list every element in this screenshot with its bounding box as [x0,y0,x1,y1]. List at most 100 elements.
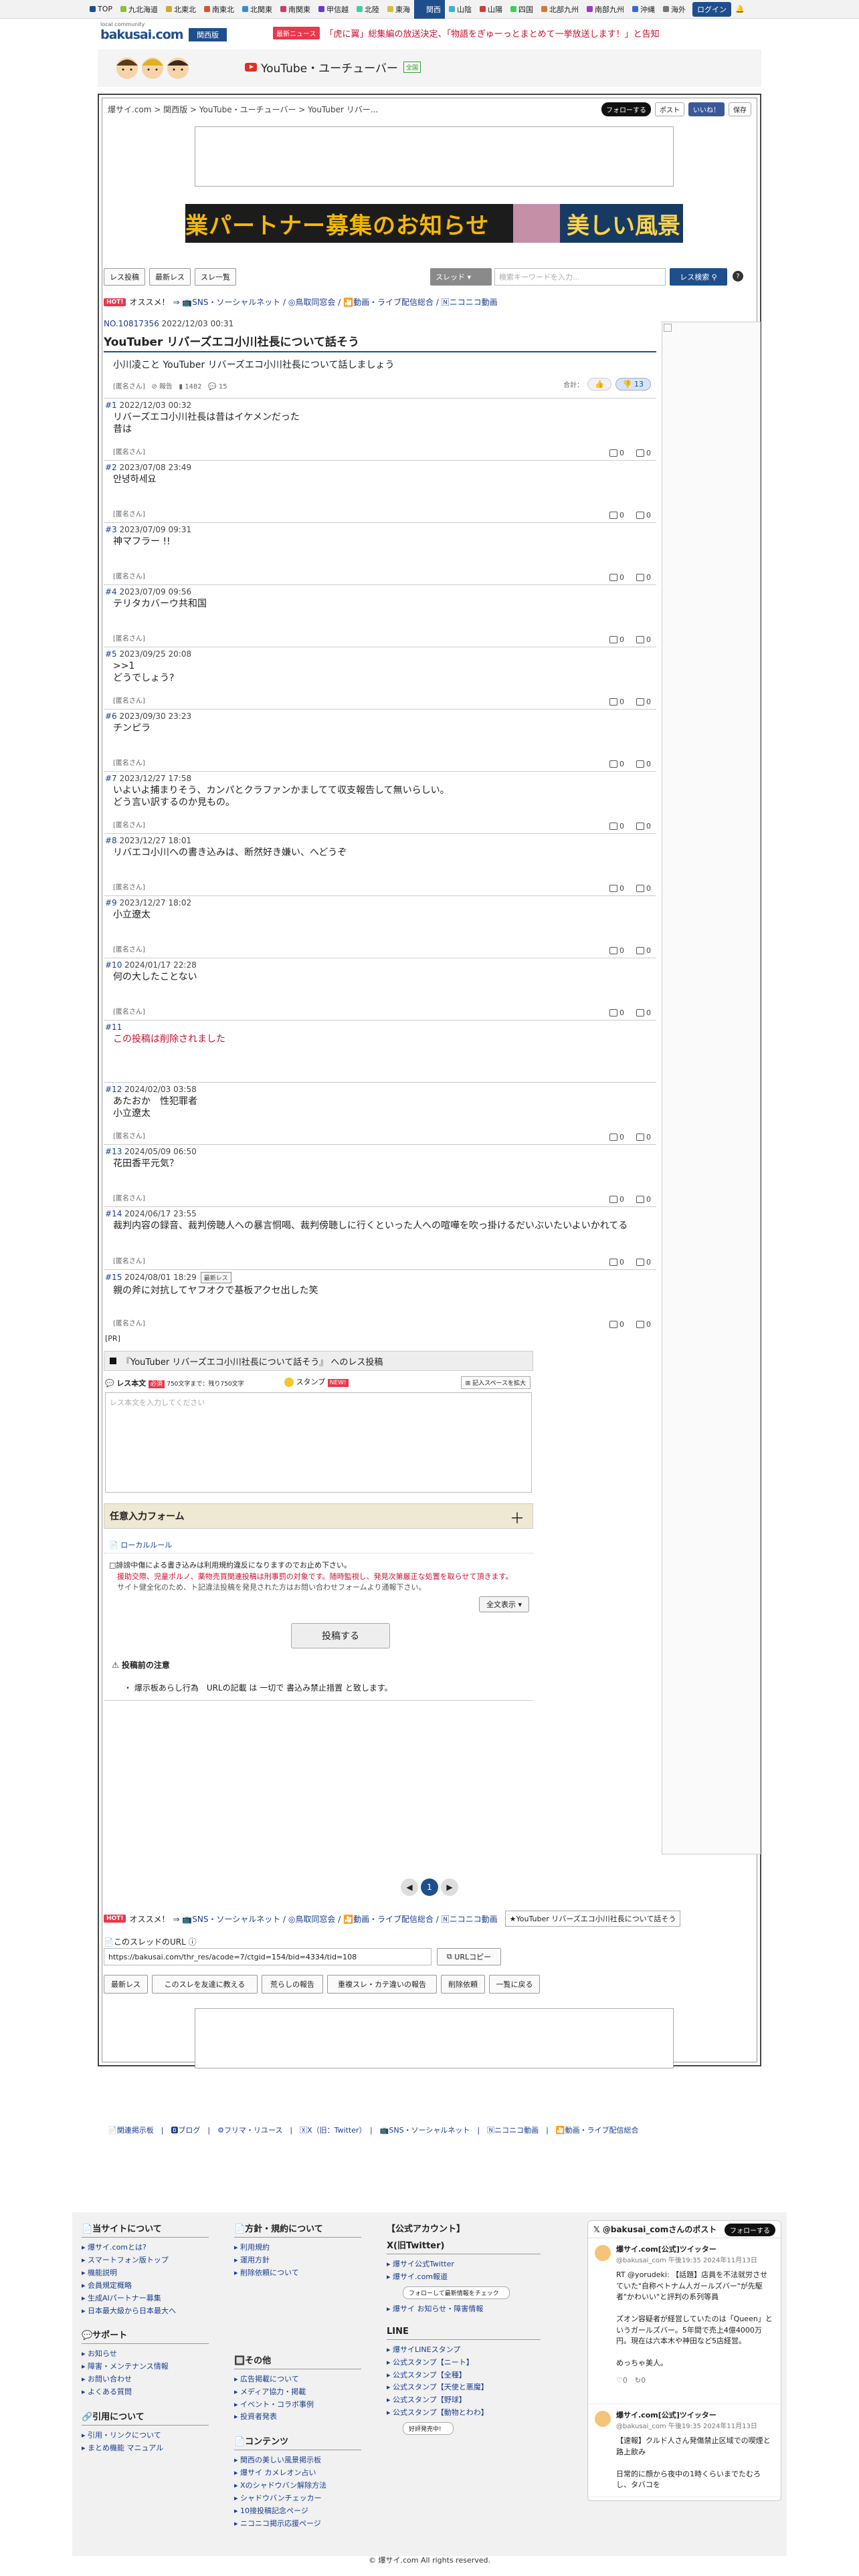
stamp-button[interactable]: スタンプ NEW! [284,1376,349,1387]
submit-button[interactable]: 投稿する [291,1623,390,1648]
footer-link[interactable]: ▸ 爆サイ公式Twitter [387,2258,541,2271]
save-button[interactable]: 保存 [729,102,751,116]
search-scope-select[interactable]: スレッド ▾ [430,268,492,286]
topnav-item[interactable]: 南部九州 [583,0,628,19]
topnav-item[interactable]: 甲信越 [314,0,353,19]
topnav-item[interactable]: 関西 [414,0,446,19]
topnav-item[interactable]: 北陸 [353,0,383,19]
thread-number[interactable]: NO.10817356 [104,319,159,328]
report-icon[interactable]: ⊘ [151,383,157,391]
footer-link[interactable]: ▸ Xのシャドウバン解除方法 [234,2480,361,2492]
tweet-2[interactable]: 爆サイ.com[公式]ツイッター @bakusai_com 午後19:35 20… [588,2404,781,2497]
twitter-widget[interactable]: 𝕏 @bakusai_comさんのポスト フォローする 爆サイ.com[公式]ツイ… [587,2220,781,2501]
vote-up-button[interactable]: 👍 [587,378,611,391]
report-link[interactable]: 報告 [159,383,173,391]
like-button[interactable]: 0 [609,1008,624,1017]
footer-link[interactable]: ▸ 爆サイ.comとは? [82,2242,209,2254]
topnav-item[interactable]: 海外 [659,0,690,19]
topnav-item[interactable]: 山陽 [476,0,506,19]
footer-link[interactable]: ▸ お問い合わせ [82,2373,209,2386]
local-rule-link[interactable]: 📄 ローカルルール [104,1539,533,1553]
search-input[interactable]: 検索キーワードを入力... [494,268,666,286]
footer-link[interactable]: ▸ 爆サイLINEスタンプ [387,2344,541,2357]
bell-icon[interactable]: 🔔 [735,5,745,13]
dislike-button[interactable]: 0 [636,884,651,893]
follow-info-button[interactable]: フォローして最新情報をチェック [403,2286,510,2299]
vote-down-button[interactable]: 👎 13 [615,378,651,391]
footer-link[interactable]: ▸ 爆サイ カメレオン占い [234,2467,361,2480]
like-button[interactable]: 0 [609,449,624,457]
dislike-button[interactable]: 0 [636,697,651,706]
like-button[interactable]: 0 [609,1195,624,1204]
like-button[interactable]: 0 [609,760,624,768]
footer-link[interactable]: ▸ お知らせ [82,2348,209,2361]
sidebar-ad[interactable] [662,322,761,1854]
bottom-action-button[interactable]: 削除依頼 [441,1975,485,1994]
post-reply-button[interactable]: レス投稿 [104,268,145,286]
footer-link[interactable]: ▸ 公式スタンプ【天使と悪魔】 [387,2381,541,2394]
footer-link[interactable]: ▸ 公式スタンプ【野球】 [387,2394,541,2407]
footer-link[interactable]: ▸ イベント・コラボ事例 [234,2399,361,2411]
follow-button[interactable]: フォローする [601,102,651,116]
like-button[interactable]: 0 [609,946,624,955]
footer-link[interactable]: ▸ 公式スタンプ【動物とわわ】 [387,2407,541,2420]
post-number[interactable]: #13 [105,1147,122,1156]
footer-link[interactable]: ▸ 引用・リンクについて [82,2430,209,2442]
like-button[interactable]: 0 [609,573,624,582]
post-number[interactable]: #3 [105,525,117,534]
dislike-button[interactable]: 0 [636,1008,651,1017]
dislike-button[interactable]: 0 [636,1195,651,1204]
bottom-action-button[interactable]: 一覧に戻る [489,1975,540,1994]
bottom-recommend-links[interactable]: ⇒ 📺SNS・ソーシャルネット / ◎鳥取同窓会 / 🎦動画・ライブ配信総合 /… [173,1913,497,1925]
footer-link[interactable]: ▸ よくある質問 [82,2386,209,2399]
optional-form-toggle[interactable]: 任意入力フォーム ＋ [104,1503,533,1529]
footer-link[interactable]: ▸ 会員規定概略 [82,2280,209,2292]
login-button[interactable]: ログイン [692,1,732,17]
dislike-button[interactable]: 0 [636,946,651,955]
post-number[interactable]: #15 [105,1273,122,1282]
topnav-item[interactable]: 四国 [506,0,537,19]
news-text[interactable]: 「虎に翼」総集編の放送決定、「物語をぎゅーっとまとめて一挙放送します！」と告知 [325,27,660,39]
footer-link[interactable]: ▸ スマートフォン版トップ [82,2254,209,2267]
footer-link[interactable]: ▸ 運用方針 [234,2254,361,2267]
footer-link[interactable]: ▸ 障害・メンテナンス情報 [82,2361,209,2373]
tweet-1[interactable]: 爆サイ.com[公式]ツイッター @bakusai_com 午後19:35 20… [588,2238,781,2404]
latest-reply-button[interactable]: 最新レス [149,268,191,286]
post-number[interactable]: #7 [105,774,117,783]
topnav-item[interactable]: 南関東 [276,0,314,19]
url-copy-button[interactable]: ⧉ URLコピー [437,1948,501,1965]
topnav-item[interactable]: 北関東 [238,0,276,19]
related-links[interactable]: 📄関連掲示板 | 🅱ブログ | ⚙フリマ・リユース | 🅇X（旧：Twitter… [108,2125,639,2135]
footer-link[interactable]: ▸ 利用規約 [234,2242,361,2254]
prev-page-button[interactable]: ◀ [401,1879,418,1896]
dislike-button[interactable]: 0 [636,449,651,457]
post-number[interactable]: #12 [105,1085,122,1094]
bottom-action-button[interactable]: 最新レス [104,1975,148,1994]
footer-link[interactable]: ▸ 機能説明 [82,2267,209,2280]
post-number[interactable]: #2 [105,463,117,472]
post-number[interactable]: #8 [105,836,117,845]
post-number[interactable]: #10 [105,960,122,970]
news-ticker[interactable]: 最新ニュース 「虎に翼」総集編の放送決定、「物語をぎゅーっとまとめて一挙放送しま… [273,27,660,39]
post-number[interactable]: #9 [105,898,117,907]
show-all-button[interactable]: 全文表示 ▾ [478,1596,529,1612]
footer-link[interactable]: ▸ 投資者発表 [234,2411,361,2424]
site-logo[interactable]: local community bakusai.com [100,21,184,42]
page-1-button[interactable]: 1 [421,1879,438,1896]
search-button[interactable]: レス検索 ⚲ [670,268,727,286]
post-number[interactable]: #11 [105,1023,122,1032]
footer-link[interactable]: ▸ 10接投稿記念ページ [234,2505,361,2518]
footer-link[interactable]: ▸ 公式スタンプ【ニート】 [387,2357,541,2369]
dislike-button[interactable]: 0 [636,1258,651,1267]
region-badge[interactable]: 関西版 [189,28,227,41]
topnav-item[interactable]: 九北海道 [116,0,162,19]
like-button[interactable]: 0 [609,1258,624,1267]
dislike-button[interactable]: 0 [636,511,651,520]
next-page-button[interactable]: ▶ [441,1879,458,1896]
x-post-button[interactable]: ポスト [655,102,684,116]
footer-link[interactable]: ▸ 広告掲載について [234,2373,361,2386]
topnav-item[interactable]: 南東北 [200,0,238,19]
dislike-button[interactable]: 0 [636,760,651,768]
breadcrumb[interactable]: 爆サイ.com > 関西版 > YouTube・ユーチューバー > YouTub… [108,104,378,115]
bottom-action-button[interactable]: 荒らしの報告 [262,1975,323,1994]
